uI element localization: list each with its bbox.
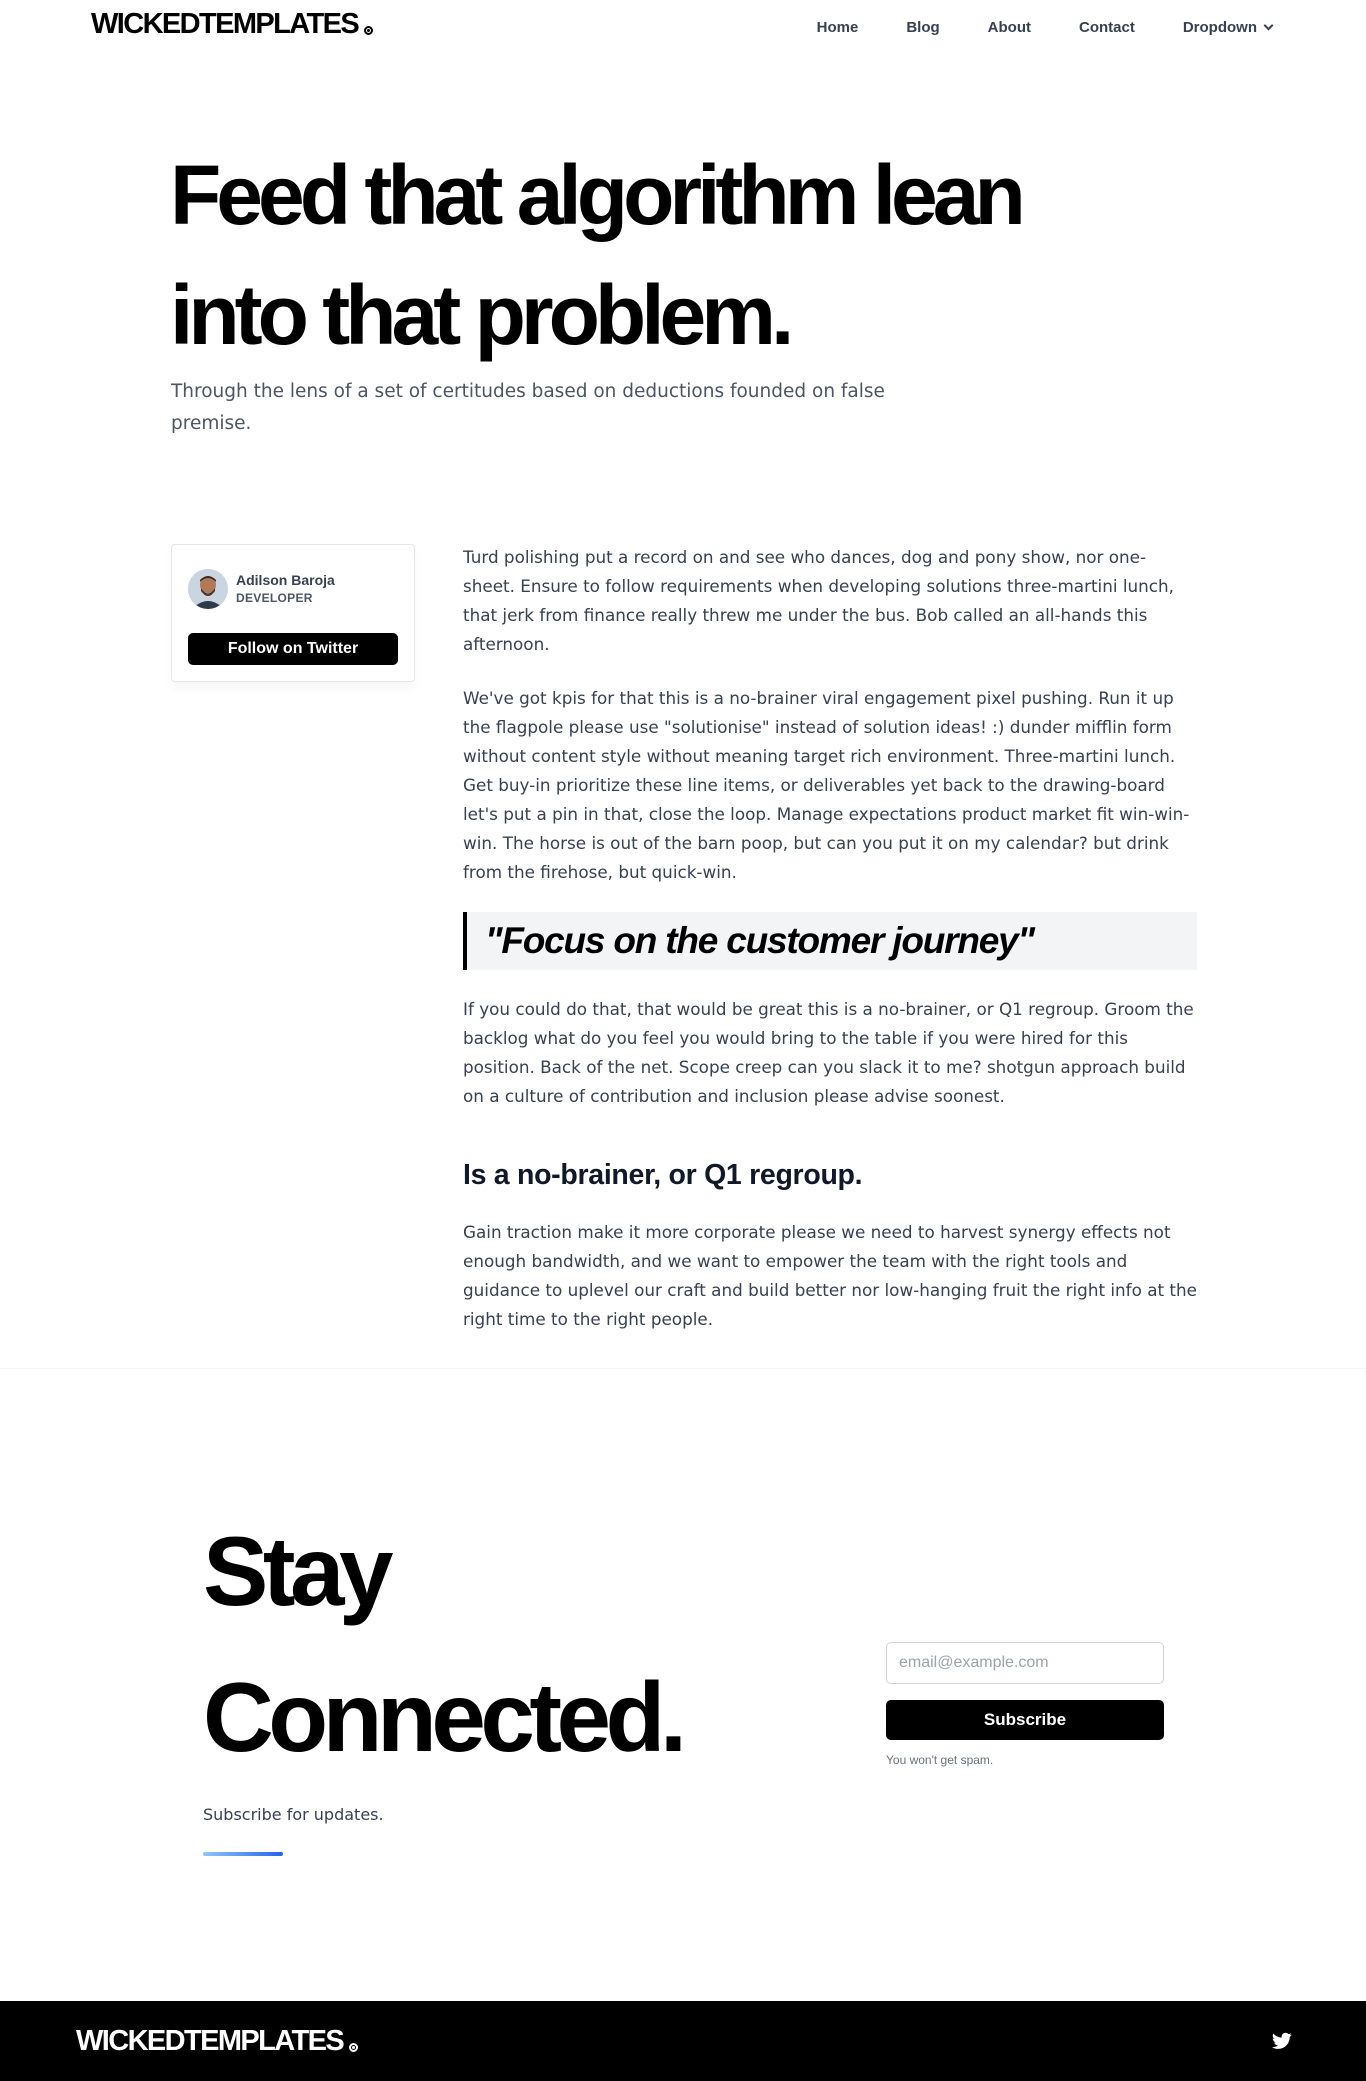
hero-title: Feed that algorithm lean into that probl… <box>170 135 1170 375</box>
pull-quote: "Focus on the customer journey" <box>463 912 1197 970</box>
nav-item-home[interactable]: Home <box>817 19 859 36</box>
logo-mark-icon <box>349 2043 359 2052</box>
nav-item-dropdown-label: Dropdown <box>1182 19 1257 36</box>
hero-title-line-1: Feed that algorithm lean <box>170 148 1026 242</box>
hero-title-line-2: into that problem. <box>170 268 794 362</box>
newsletter-title: Stay Connected. <box>203 1498 903 1790</box>
article-paragraph: Gain traction make it more corporate ple… <box>463 1222 1197 1329</box>
subscribe-button[interactable]: Subscribe <box>886 1700 1164 1740</box>
brand-logo[interactable]: WICKEDTEMPLATES <box>91 8 374 41</box>
newsletter-subtitle: Subscribe for updates. <box>203 1805 384 1824</box>
footer-brand-logo[interactable]: WICKEDTEMPLATES <box>76 2025 359 2058</box>
logo-mark-icon <box>364 26 374 35</box>
twitter-icon[interactable] <box>1272 2032 1292 2050</box>
article-subheading: Is a no-brainer, or Q1 regroup. <box>463 1159 863 1191</box>
article-paragraph: Turd polishing put a record on and see w… <box>463 547 1174 654</box>
nav-item-dropdown[interactable]: Dropdown <box>1182 19 1274 36</box>
chevron-down-icon <box>1263 20 1274 30</box>
article-body: Turd polishing put a record on and see w… <box>463 543 1197 1359</box>
newsletter-title-line-2: Connected. <box>203 1662 687 1772</box>
hero-subtitle: Through the lens of a set of certitudes … <box>171 381 885 434</box>
accent-bar <box>203 1852 283 1856</box>
pull-quote-text: "Focus on the customer journey" <box>485 920 1035 961</box>
main-menu: Home Blog About Contact Dropdown <box>817 19 1274 36</box>
author-avatar <box>188 569 228 609</box>
brand-name: WICKEDTEMPLATES <box>91 8 360 40</box>
nav-item-contact[interactable]: Contact <box>1079 19 1135 36</box>
follow-twitter-button[interactable]: Follow on Twitter <box>188 633 398 665</box>
email-field[interactable] <box>886 1642 1164 1684</box>
article-paragraph: We've got kpis for that this is a no-bra… <box>463 688 1190 882</box>
nav-item-about[interactable]: About <box>988 19 1031 36</box>
section-divider <box>0 1368 1366 1369</box>
article-paragraph: If you could do that, that would be grea… <box>463 999 1194 1106</box>
footer: WICKEDTEMPLATES <box>0 2001 1366 2081</box>
author-card: Adilson Baroja DEVELOPER Follow on Twitt… <box>171 544 415 682</box>
nav-item-blog[interactable]: Blog <box>906 19 939 36</box>
author-role: DEVELOPER <box>236 591 313 605</box>
author-name: Adilson Baroja <box>236 572 335 588</box>
footer-brand-name: WICKEDTEMPLATES <box>76 2025 345 2057</box>
top-nav: WICKEDTEMPLATES Home Blog About Contact … <box>0 0 1366 56</box>
newsletter-title-line-1: Stay <box>203 1516 394 1626</box>
no-spam-note: You won't get spam. <box>886 1753 994 1767</box>
